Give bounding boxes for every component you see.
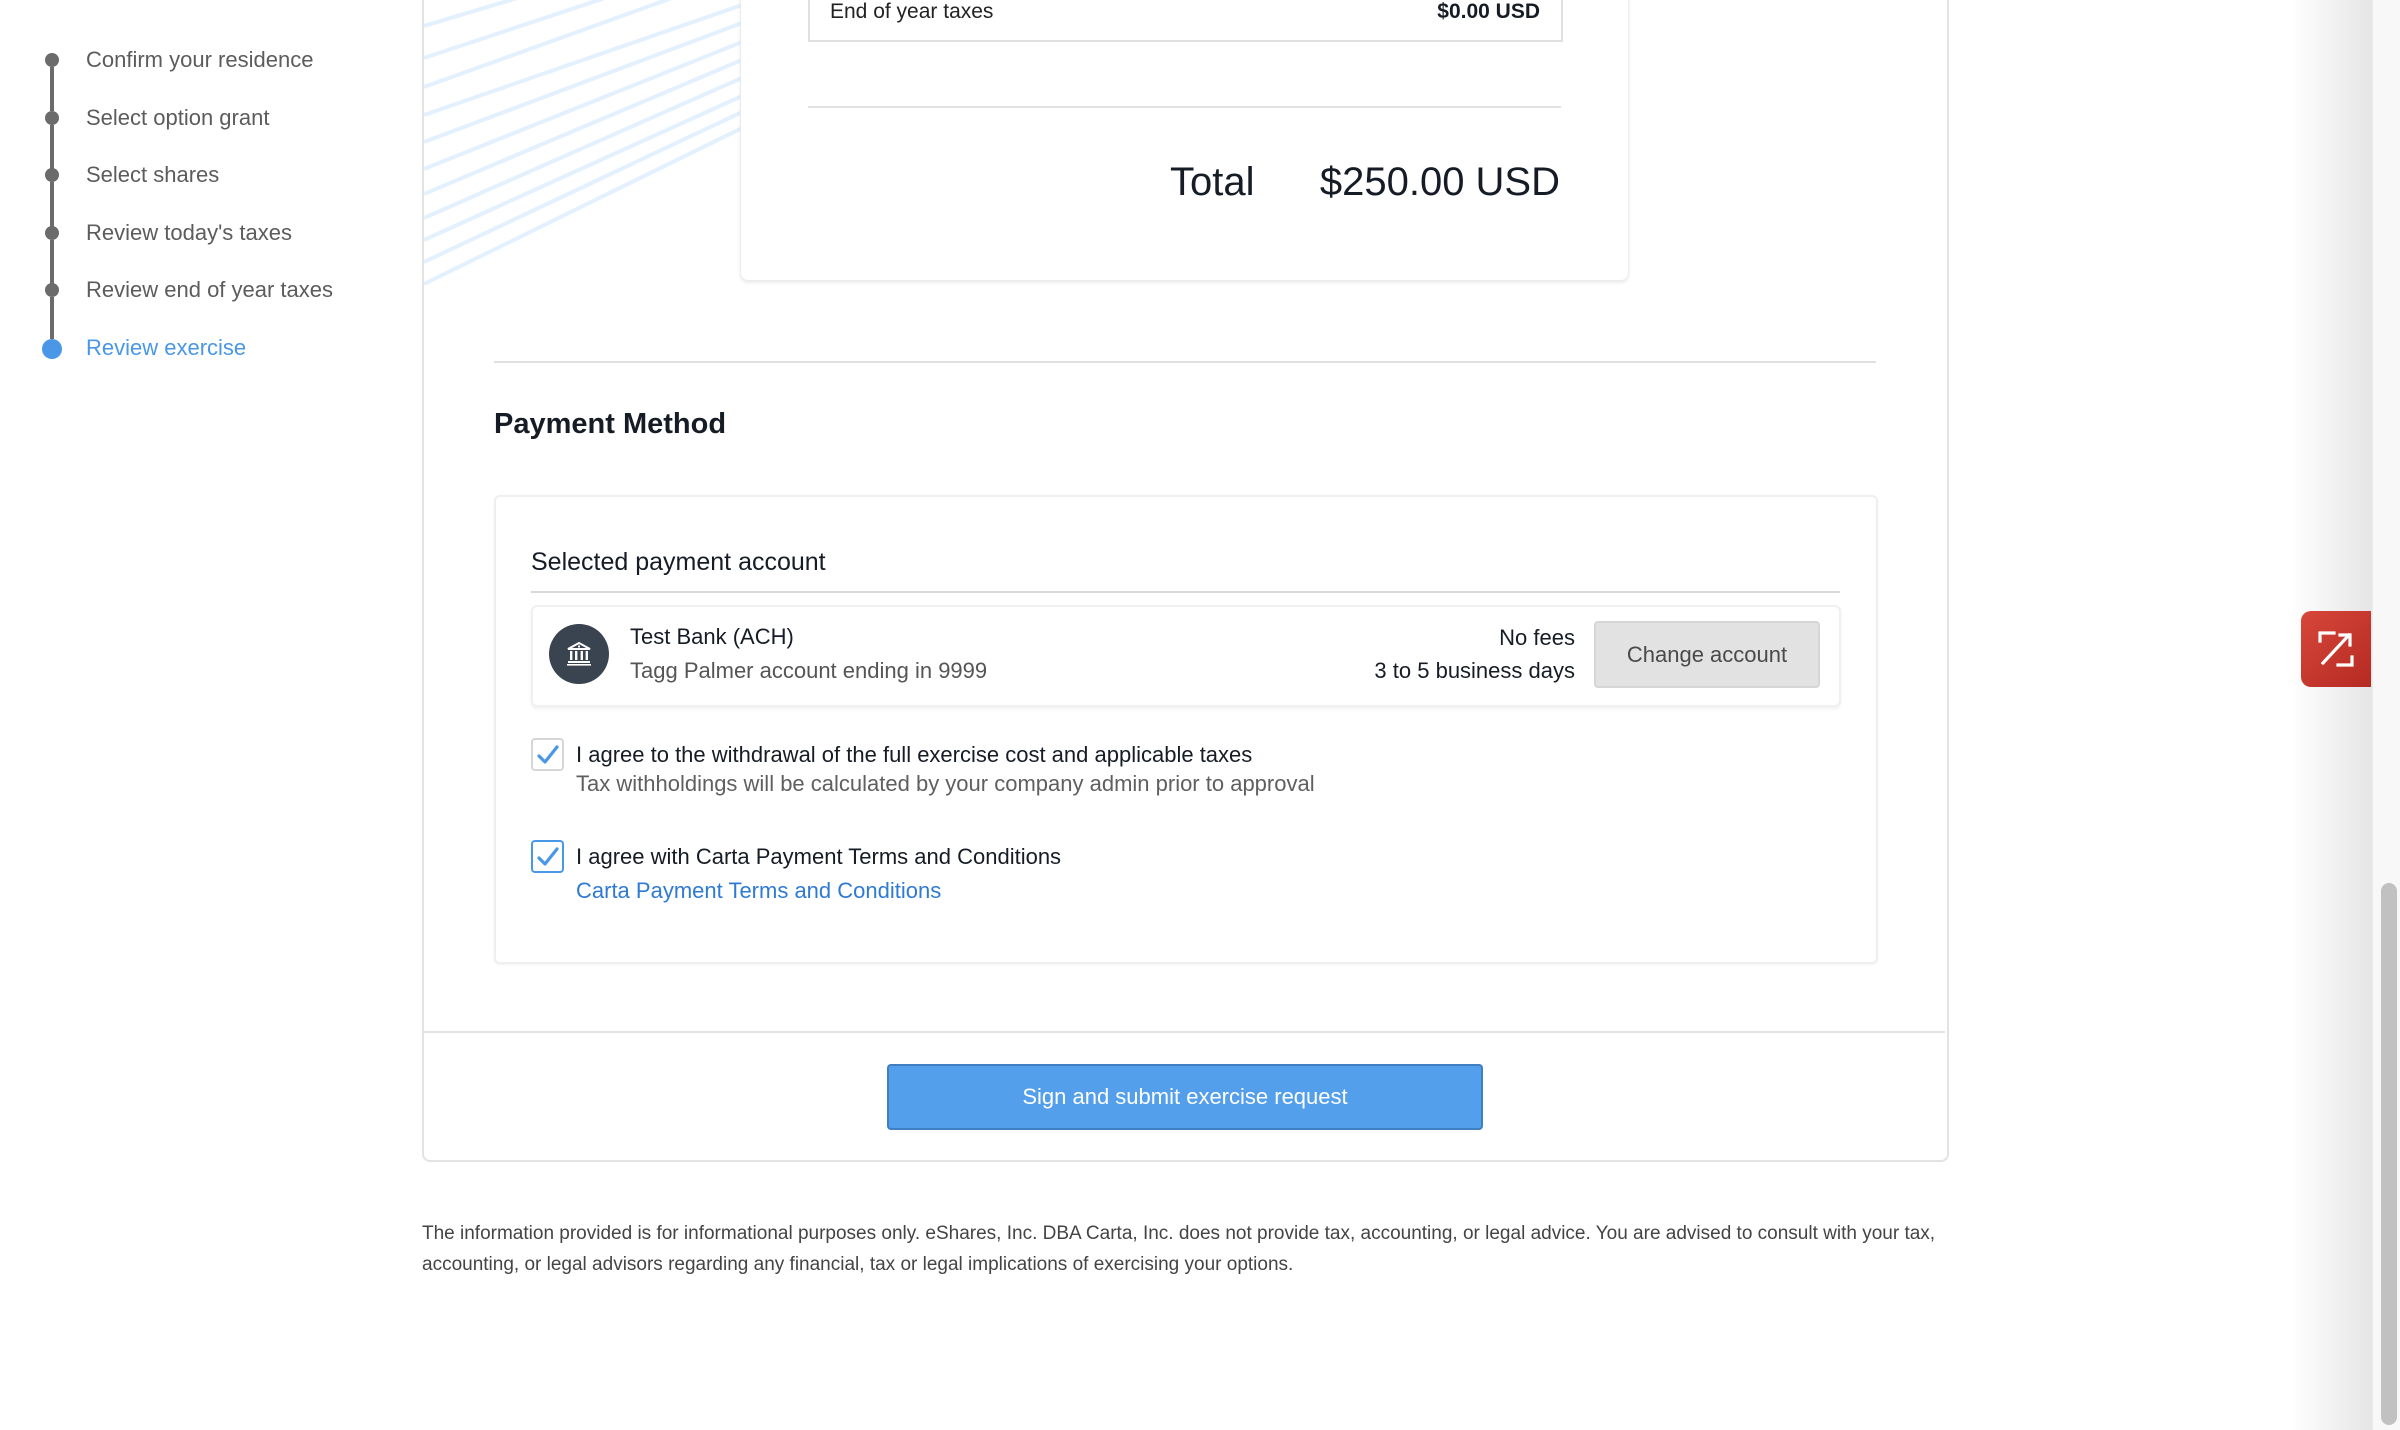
step-dot-complete — [45, 168, 59, 182]
account-fees: No fees — [1499, 625, 1575, 650]
exercise-stepper: Confirm your residence Select option gra… — [0, 0, 410, 400]
step-dot-complete — [45, 283, 59, 297]
step-select-shares[interactable]: Select shares — [86, 162, 219, 188]
end-of-year-taxes-label: End of year taxes — [830, 0, 994, 23]
payment-terms-link[interactable]: Carta Payment Terms and Conditions — [576, 878, 941, 904]
terms-agreement-checkbox[interactable] — [531, 840, 564, 873]
withdrawal-agreement-checkbox[interactable] — [531, 738, 564, 771]
end-of-year-taxes-value: $0.00 USD — [1437, 0, 1540, 23]
step-review-exercise[interactable]: Review exercise — [86, 335, 246, 361]
scrollbar-thumb[interactable] — [2381, 883, 2397, 1425]
exercise-summary-card — [740, 0, 1629, 281]
step-connector — [50, 240, 54, 284]
panel-edge-shadow — [2290, 0, 2372, 1430]
total-value: $250.00 USD — [1319, 160, 1560, 204]
section-divider — [494, 361, 1876, 363]
step-dot-active — [42, 339, 62, 359]
step-review-end-of-year-taxes[interactable]: Review end of year taxes — [86, 277, 333, 303]
step-confirm-residence[interactable]: Confirm your residence — [86, 47, 313, 73]
total-label: Total — [1170, 160, 1255, 204]
bank-icon — [549, 624, 609, 684]
payment-method-title: Payment Method — [494, 408, 727, 440]
step-dot-complete — [45, 226, 59, 240]
step-select-option-grant[interactable]: Select option grant — [86, 105, 269, 131]
checkmark-icon — [536, 846, 559, 866]
expand-z-icon — [2318, 631, 2354, 667]
step-connector — [50, 297, 54, 339]
step-review-todays-taxes[interactable]: Review today's taxes — [86, 220, 292, 246]
legal-disclaimer: The information provided is for informat… — [422, 1223, 1936, 1275]
sign-and-submit-button[interactable]: Sign and submit exercise request — [887, 1064, 1483, 1130]
step-dot-complete — [45, 111, 59, 125]
hatch-lines — [424, 0, 742, 286]
account-transfer-time: 3 to 5 business days — [1374, 658, 1575, 683]
step-connector — [50, 125, 54, 169]
withdrawal-agreement-label[interactable]: I agree to the withdrawal of the full ex… — [576, 742, 1252, 768]
floating-extension-button[interactable] — [2301, 611, 2371, 687]
decorative-hatch-pattern — [424, 0, 742, 290]
account-name: Test Bank (ACH) — [630, 624, 794, 649]
terms-agreement-label[interactable]: I agree with Carta Payment Terms and Con… — [576, 844, 1061, 870]
footer-divider — [424, 1031, 1945, 1033]
step-connector — [50, 67, 54, 111]
step-dot-complete — [45, 53, 59, 67]
change-account-button[interactable]: Change account — [1594, 621, 1820, 688]
withdrawal-agreement-note: Tax withholdings will be calculated by y… — [576, 771, 1315, 796]
selected-payment-account-title: Selected payment account — [531, 548, 826, 576]
subtitle-divider — [531, 591, 1840, 593]
page-scrollbar[interactable] — [2372, 0, 2400, 1430]
checkmark-icon — [536, 744, 559, 764]
bank-glyph — [567, 642, 591, 666]
step-connector — [50, 182, 54, 227]
summary-divider — [808, 106, 1561, 108]
account-description: Tagg Palmer account ending in 9999 — [630, 658, 988, 683]
